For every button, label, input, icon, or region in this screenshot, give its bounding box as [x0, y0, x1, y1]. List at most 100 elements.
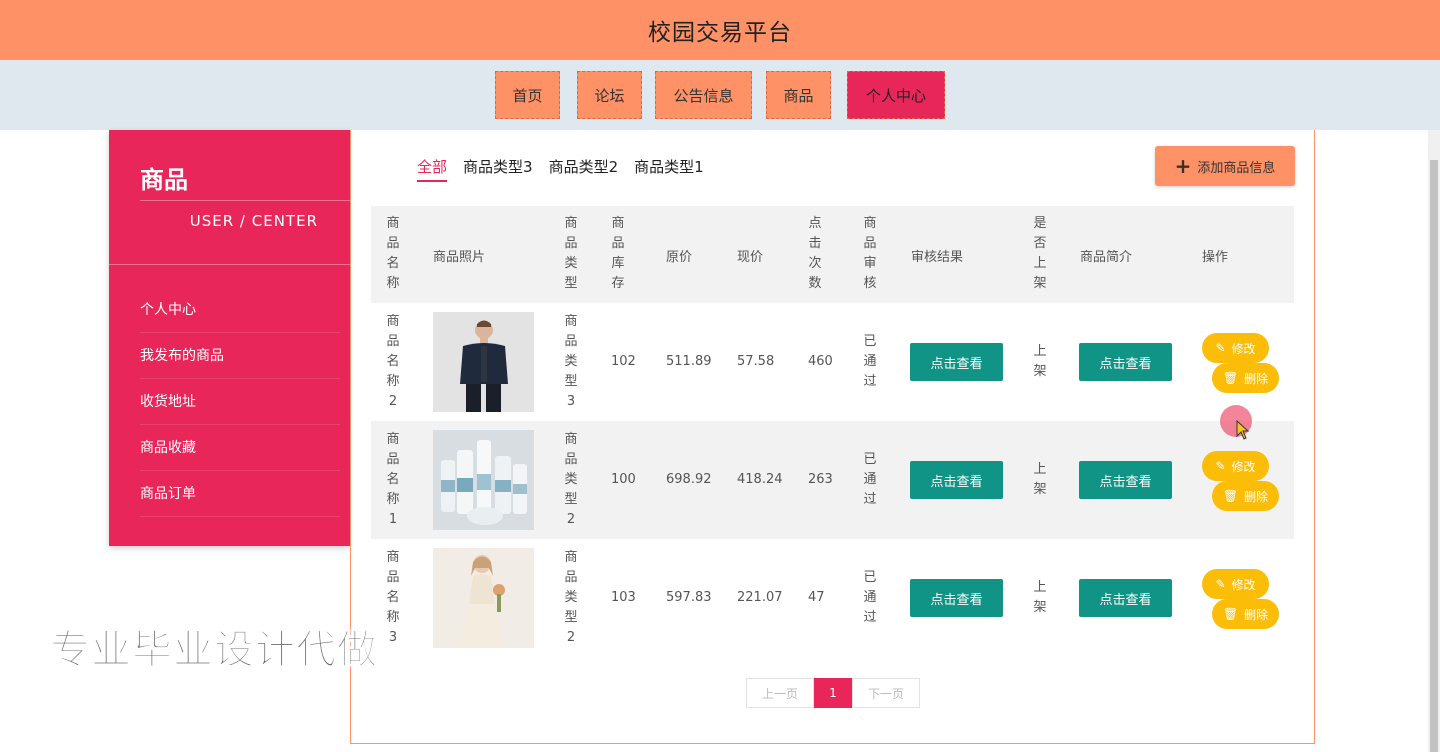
- pencil-icon: ✎: [1215, 341, 1226, 355]
- goods-table: 商品名称 商品照片 商品类型 商品库存 原价 现价 点击次数 商品审核 审核结果…: [371, 206, 1294, 657]
- product-photo-woman-dress: [433, 548, 534, 648]
- cell-type: 商品类型2: [564, 550, 578, 645]
- pencil-icon: ✎: [1215, 459, 1226, 473]
- th-name: 商品名称: [386, 216, 400, 291]
- cell-listed: 上架: [1033, 344, 1047, 379]
- th-clicks: 点击次数: [808, 216, 822, 291]
- nav-notice[interactable]: 公告信息: [655, 71, 752, 119]
- intro-view-button[interactable]: 点击查看: [1079, 579, 1172, 617]
- sidebar-item-my-goods[interactable]: 我发布的商品: [140, 333, 340, 379]
- cell-clicks: 47: [808, 590, 825, 605]
- th-listed: 是否上架: [1033, 216, 1047, 291]
- th-intro: 商品简介: [1080, 250, 1133, 265]
- pagination: 上一页 1 下一页: [746, 678, 920, 708]
- tab-type3[interactable]: 商品类型3: [463, 156, 533, 182]
- th-photo: 商品照片: [433, 250, 486, 265]
- th-audit-result: 审核结果: [911, 250, 964, 265]
- cell-original-price: 511.89: [666, 354, 712, 369]
- edit-button[interactable]: ✎ 修改: [1202, 569, 1269, 599]
- table-row: 商品名称2 商品类型3 102 511.89 57.58 460 已通过 点击查…: [371, 303, 1294, 421]
- main-panel: 全部 商品类型3 商品类型2 商品类型1 + 添加商品信息 商品名称 商品照片 …: [350, 130, 1315, 744]
- cell-original-price: 597.83: [666, 590, 712, 605]
- delete-button[interactable]: 🗑 删除: [1212, 599, 1279, 629]
- cell-audit: 已通过: [863, 334, 877, 389]
- site-title: 校园交易平台: [648, 20, 792, 46]
- sidebar-item-favorites[interactable]: 商品收藏: [140, 425, 340, 471]
- delete-label: 删除: [1244, 489, 1269, 504]
- table-header: 商品名称 商品照片 商品类型 商品库存 原价 现价 点击次数 商品审核 审核结果…: [371, 206, 1294, 303]
- add-goods-label: 添加商品信息: [1197, 160, 1276, 176]
- product-photo-cosmetics: [433, 430, 534, 530]
- tab-all[interactable]: 全部: [417, 156, 448, 182]
- main-nav: 首页 论坛 公告信息 商品 个人中心: [0, 60, 1440, 130]
- prev-page-button[interactable]: 上一页: [746, 678, 814, 708]
- mouse-pointer-icon: [1236, 420, 1250, 440]
- page-number-current[interactable]: 1: [814, 678, 852, 708]
- th-current-price: 现价: [737, 250, 764, 265]
- cell-name: 商品名称2: [386, 314, 400, 409]
- delete-button[interactable]: 🗑 删除: [1212, 481, 1279, 511]
- add-goods-button[interactable]: + 添加商品信息: [1155, 146, 1295, 186]
- nav-goods[interactable]: 商品: [766, 71, 831, 119]
- table-row: 商品名称3 商品类型2 103 597.83 221.07 47 已通过 点击查…: [371, 539, 1294, 657]
- th-audit: 商品审核: [863, 216, 877, 291]
- cell-stock: 102: [611, 354, 636, 369]
- edit-label: 修改: [1231, 341, 1256, 356]
- category-tabs: 全部 商品类型3 商品类型2 商品类型1: [417, 156, 704, 182]
- sidebar-menu: 个人中心 我发布的商品 收货地址 商品收藏 商品订单: [140, 287, 340, 517]
- th-actions: 操作: [1202, 250, 1229, 265]
- product-photo-man-jacket: [433, 312, 534, 412]
- th-type: 商品类型: [564, 216, 578, 291]
- audit-result-view-button[interactable]: 点击查看: [910, 343, 1003, 381]
- cell-clicks: 460: [808, 354, 833, 369]
- nav-user-center[interactable]: 个人中心: [847, 71, 945, 119]
- table-row: 商品名称1 商品类型2 100 698.92 418.24 263 已通过 点击…: [371, 421, 1294, 539]
- sidebar-item-user-center[interactable]: 个人中心: [140, 287, 340, 333]
- delete-label: 删除: [1244, 607, 1269, 622]
- intro-view-button[interactable]: 点击查看: [1079, 461, 1172, 499]
- audit-result-view-button[interactable]: 点击查看: [910, 579, 1003, 617]
- cell-listed: 上架: [1033, 462, 1047, 497]
- scrollbar-thumb[interactable]: [1430, 160, 1438, 752]
- audit-result-view-button[interactable]: 点击查看: [910, 461, 1003, 499]
- cell-name: 商品名称3: [386, 550, 400, 645]
- delete-button[interactable]: 🗑 删除: [1212, 363, 1279, 393]
- cell-stock: 103: [611, 590, 636, 605]
- next-page-button[interactable]: 下一页: [852, 678, 920, 708]
- trash-icon: 🗑: [1222, 371, 1239, 385]
- cell-type: 商品类型2: [564, 432, 578, 527]
- top-header: 校园交易平台: [0, 0, 1440, 60]
- th-stock: 商品库存: [611, 216, 625, 291]
- tab-type2[interactable]: 商品类型2: [549, 156, 619, 182]
- cell-current-price: 418.24: [737, 472, 783, 487]
- cell-current-price: 221.07: [737, 590, 783, 605]
- plus-icon: +: [1174, 154, 1192, 178]
- cell-audit: 已通过: [863, 570, 877, 625]
- edit-label: 修改: [1231, 459, 1256, 474]
- cell-clicks: 263: [808, 472, 833, 487]
- tab-type1[interactable]: 商品类型1: [634, 156, 704, 182]
- edit-button[interactable]: ✎ 修改: [1202, 451, 1269, 481]
- intro-view-button[interactable]: 点击查看: [1079, 343, 1172, 381]
- cell-listed: 上架: [1033, 580, 1047, 615]
- pencil-icon: ✎: [1215, 577, 1226, 591]
- sidebar-item-orders[interactable]: 商品订单: [140, 471, 340, 517]
- sidebar-title: 商品: [140, 166, 188, 194]
- cell-name: 商品名称1: [386, 432, 400, 527]
- edit-button[interactable]: ✎ 修改: [1202, 333, 1269, 363]
- page-scrollbar[interactable]: [1428, 130, 1440, 752]
- sidebar-divider: [109, 264, 350, 265]
- nav-home[interactable]: 首页: [495, 71, 560, 119]
- cell-type: 商品类型3: [564, 314, 578, 409]
- watermark-text: 专业毕业设计代做: [50, 627, 378, 674]
- sidebar-subtitle: USER / CENTER: [189, 212, 318, 230]
- cell-stock: 100: [611, 472, 636, 487]
- sidebar-divider: [140, 200, 350, 201]
- nav-forum[interactable]: 论坛: [577, 71, 642, 119]
- trash-icon: 🗑: [1222, 489, 1239, 503]
- delete-label: 删除: [1244, 371, 1269, 386]
- cell-audit: 已通过: [863, 452, 877, 507]
- trash-icon: 🗑: [1222, 607, 1239, 621]
- cell-original-price: 698.92: [666, 472, 712, 487]
- sidebar-item-address[interactable]: 收货地址: [140, 379, 340, 425]
